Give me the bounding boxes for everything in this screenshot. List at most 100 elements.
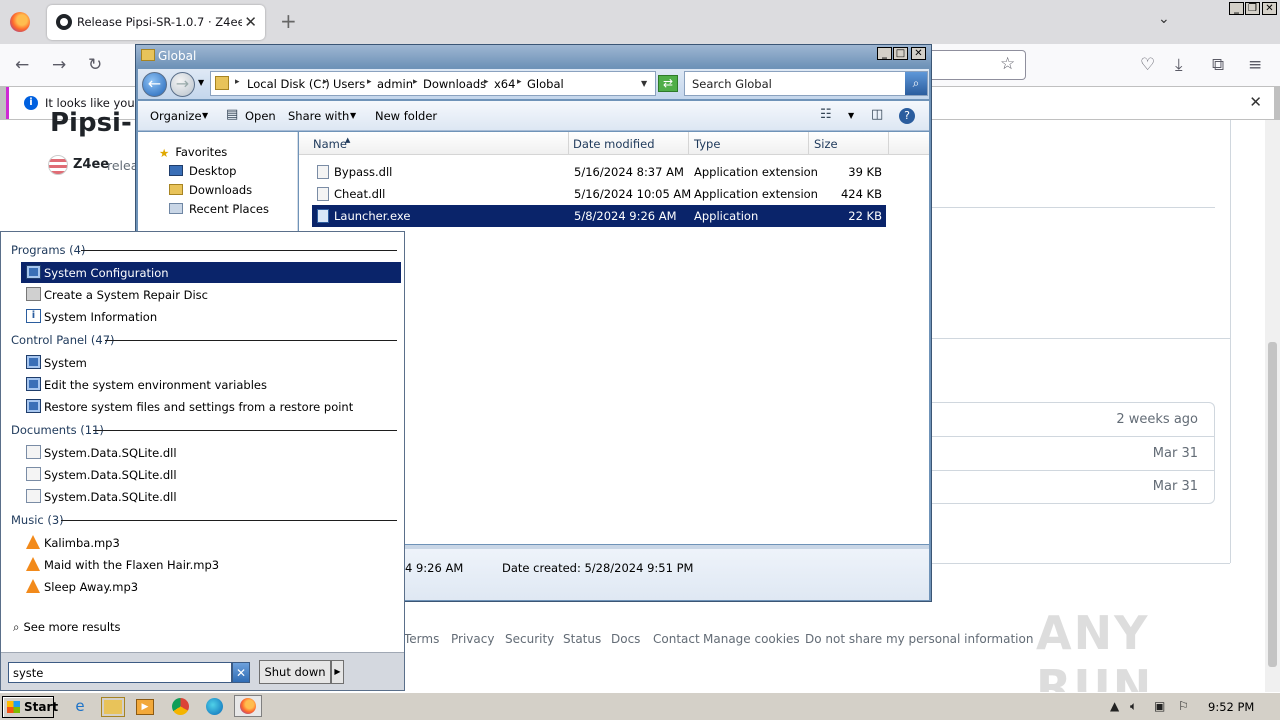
clear-search-icon[interactable]: ✕ bbox=[232, 662, 250, 683]
footer-link-security[interactable]: Security bbox=[505, 632, 554, 646]
preview-pane-icon[interactable]: ◫ bbox=[871, 107, 883, 122]
minimize-button[interactable]: _ bbox=[877, 47, 892, 60]
start-button[interactable]: Start bbox=[2, 696, 58, 718]
result-system[interactable]: System bbox=[21, 352, 401, 373]
breadcrumb-separator-icon[interactable]: ▸ bbox=[235, 77, 240, 87]
forward-icon[interactable]: → bbox=[52, 55, 66, 75]
new-folder-button[interactable]: New folder bbox=[375, 109, 437, 123]
breadcrumb-separator-icon[interactable]: ▸ bbox=[323, 77, 328, 87]
organize-dropdown-icon[interactable]: ▼ bbox=[202, 111, 208, 120]
section-music[interactable]: Music (3) bbox=[11, 513, 64, 527]
breadcrumb-admin[interactable]: admin bbox=[377, 77, 413, 91]
column-date-modified[interactable]: Date modified bbox=[573, 137, 655, 151]
share-with-button[interactable]: Share with bbox=[288, 109, 349, 123]
extensions-icon[interactable]: ⧉ bbox=[1212, 55, 1224, 75]
nav-desktop[interactable]: Desktop bbox=[169, 164, 236, 178]
shutdown-options-icon[interactable]: ▶ bbox=[331, 660, 344, 684]
author-link[interactable]: Z4ee bbox=[73, 157, 109, 172]
close-notification-icon[interactable]: ✕ bbox=[1249, 93, 1262, 111]
back-button[interactable]: ← bbox=[142, 72, 167, 97]
column-divider[interactable] bbox=[808, 132, 809, 155]
column-divider[interactable] bbox=[688, 132, 689, 155]
nav-favorites[interactable]: ★ Favorites bbox=[159, 145, 227, 160]
media-player-icon[interactable]: ▶ bbox=[136, 699, 154, 715]
downloads-icon[interactable]: ⤓ bbox=[1175, 55, 1183, 75]
explorer-titlebar[interactable]: Global _ □ ✕ bbox=[136, 45, 931, 67]
result-system-configuration[interactable]: System Configuration bbox=[21, 262, 401, 283]
column-type[interactable]: Type bbox=[694, 137, 720, 151]
breadcrumb-separator-icon[interactable]: ▸ bbox=[367, 77, 372, 87]
open-button[interactable]: Open bbox=[245, 109, 276, 123]
column-divider[interactable] bbox=[888, 132, 889, 155]
footer-link-manage-cookies[interactable]: Manage cookies bbox=[703, 632, 800, 646]
action-center-flag-icon[interactable]: ⚐ bbox=[1178, 699, 1189, 713]
search-box[interactable]: Search Global ⌕ bbox=[684, 71, 928, 96]
result-restore-point[interactable]: Restore system files and settings from a… bbox=[21, 396, 401, 417]
shutdown-button[interactable]: Shut down bbox=[259, 660, 331, 684]
views-dropdown-icon[interactable]: ▼ bbox=[848, 111, 854, 120]
menu-icon[interactable]: ≡ bbox=[1248, 55, 1262, 75]
close-window-button[interactable]: ✕ bbox=[1262, 2, 1277, 15]
list-tabs-icon[interactable]: ⌄ bbox=[1158, 11, 1170, 27]
breadcrumb-separator-icon[interactable]: ▸ bbox=[484, 77, 489, 87]
footer-link-terms[interactable]: Terms bbox=[404, 632, 439, 646]
result-document[interactable]: System.Data.SQLite.dll bbox=[21, 486, 401, 507]
nav-downloads[interactable]: Downloads bbox=[169, 183, 252, 197]
address-dropdown-icon[interactable]: ▼ bbox=[641, 79, 647, 88]
share-dropdown-icon[interactable]: ▼ bbox=[350, 111, 356, 120]
browser-tab[interactable]: Release Pipsi-SR-1.0.7 · Z4ee/Pipsi-SR ✕ bbox=[47, 5, 265, 40]
avatar[interactable] bbox=[48, 155, 68, 175]
footer-link-do-not-share[interactable]: Do not share my personal information bbox=[805, 632, 1033, 646]
explorer-taskbar-icon[interactable] bbox=[101, 697, 125, 717]
restore-button[interactable]: ❐ bbox=[1245, 2, 1260, 15]
result-system-information[interactable]: i System Information bbox=[21, 306, 401, 327]
breadcrumb-local-disk[interactable]: Local Disk (C:) bbox=[247, 77, 330, 91]
firefox-icon[interactable] bbox=[10, 12, 30, 32]
breadcrumb-separator-icon[interactable]: ▸ bbox=[413, 77, 418, 87]
forward-button[interactable]: → bbox=[170, 72, 195, 97]
address-bar[interactable]: ▸ Local Disk (C:) ▸ Users ▸ admin ▸ Down… bbox=[210, 71, 656, 96]
new-tab-button[interactable]: + bbox=[280, 9, 297, 33]
pocket-icon[interactable]: ♡ bbox=[1140, 55, 1155, 75]
nav-recent-places[interactable]: Recent Places bbox=[169, 202, 269, 216]
search-icon[interactable]: ⌕ bbox=[905, 72, 927, 95]
file-row[interactable]: Bypass.dll 5/16/2024 8:37 AM Application… bbox=[312, 161, 886, 183]
footer-link-status[interactable]: Status bbox=[563, 632, 601, 646]
volume-icon[interactable]: 🔈︎ bbox=[1130, 699, 1137, 714]
network-icon[interactable]: ▣ bbox=[1154, 699, 1165, 713]
breadcrumb-x64[interactable]: x64 bbox=[494, 77, 515, 91]
internet-explorer-icon[interactable]: e bbox=[68, 697, 92, 717]
show-hidden-icons-icon[interactable]: ▲ bbox=[1110, 699, 1119, 713]
firefox-taskbar-button[interactable] bbox=[234, 695, 262, 717]
organize-button[interactable]: Organize bbox=[150, 109, 202, 123]
edge-icon[interactable] bbox=[206, 698, 223, 715]
result-music[interactable]: Maid with the Flaxen Hair.mp3 bbox=[21, 554, 401, 575]
column-size[interactable]: Size bbox=[814, 137, 838, 151]
result-document[interactable]: System.Data.SQLite.dll bbox=[21, 442, 401, 463]
history-dropdown-icon[interactable]: ▼ bbox=[198, 78, 204, 87]
clock[interactable]: 9:52 PM bbox=[1208, 700, 1254, 714]
refresh-icon[interactable]: ⇄ bbox=[658, 75, 678, 92]
result-environment-variables[interactable]: Edit the system environment variables bbox=[21, 374, 401, 395]
breadcrumb-downloads[interactable]: Downloads bbox=[423, 77, 486, 91]
result-music[interactable]: Sleep Away.mp3 bbox=[21, 576, 401, 597]
footer-link-contact[interactable]: Contact bbox=[653, 632, 700, 646]
section-programs[interactable]: Programs (4) bbox=[11, 243, 85, 257]
start-search-input[interactable]: syste bbox=[8, 662, 232, 683]
back-icon[interactable]: ← bbox=[15, 55, 29, 75]
open-icon[interactable]: ▤ bbox=[226, 107, 238, 122]
close-window-button[interactable]: ✕ bbox=[911, 47, 926, 60]
help-icon[interactable]: ? bbox=[899, 108, 915, 124]
file-row[interactable]: Cheat.dll 5/16/2024 10:05 AM Application… bbox=[312, 183, 886, 205]
file-row-selected[interactable]: Launcher.exe 5/8/2024 9:26 AM Applicatio… bbox=[312, 205, 886, 227]
result-document[interactable]: System.Data.SQLite.dll bbox=[21, 464, 401, 485]
breadcrumb-users[interactable]: Users bbox=[333, 77, 365, 91]
close-tab-icon[interactable]: ✕ bbox=[244, 13, 257, 31]
breadcrumb-global[interactable]: Global bbox=[527, 77, 564, 91]
section-control-panel[interactable]: Control Panel (47) bbox=[11, 333, 115, 347]
result-repair-disc[interactable]: Create a System Repair Disc bbox=[21, 284, 401, 305]
footer-link-docs[interactable]: Docs bbox=[611, 632, 640, 646]
footer-link-privacy[interactable]: Privacy bbox=[451, 632, 494, 646]
result-music[interactable]: Kalimba.mp3 bbox=[21, 532, 401, 553]
maximize-button[interactable]: □ bbox=[893, 47, 908, 60]
